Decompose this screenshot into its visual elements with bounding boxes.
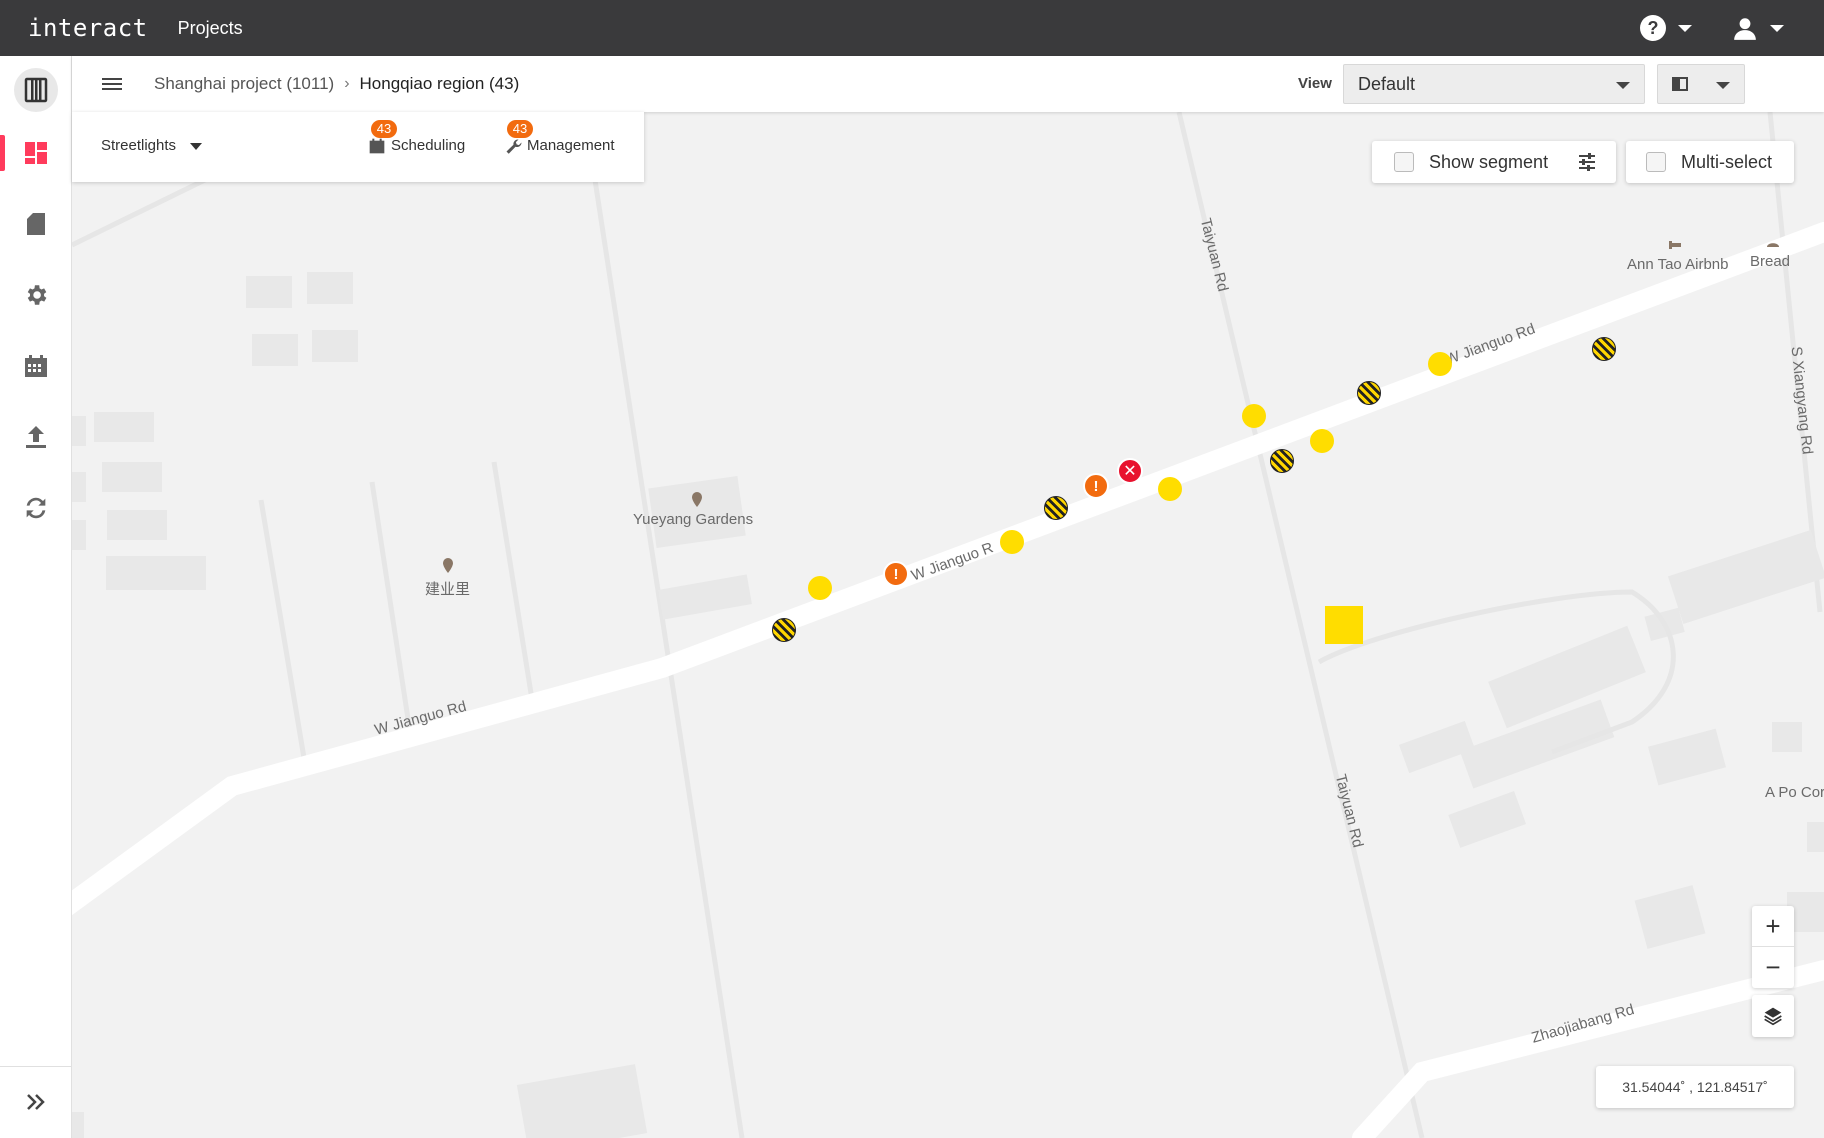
show-segment-checkbox[interactable]	[1394, 152, 1414, 172]
upload-icon	[26, 426, 46, 448]
help-menu-button[interactable]: ?	[1640, 15, 1692, 41]
rail-item-documents[interactable]	[0, 200, 72, 248]
building-icon	[24, 77, 48, 103]
multi-select-label: Multi-select	[1681, 151, 1773, 172]
wrench-icon	[506, 138, 522, 154]
view-label: View	[1298, 75, 1332, 92]
streetlight-marker-error[interactable]: ✕	[1117, 458, 1143, 484]
calendar-icon	[25, 355, 47, 377]
layers-button[interactable]	[1752, 995, 1794, 1037]
streetlight-marker-warning[interactable]: !	[883, 561, 909, 587]
rail-item-dashboard[interactable]	[0, 129, 72, 177]
breadcrumb-project[interactable]: Shanghai project (1011)	[154, 74, 334, 94]
sub-header: Shanghai project (1011) › Hongqiao regio…	[72, 56, 1824, 112]
show-segment-label: Show segment	[1429, 151, 1549, 172]
streetlight-marker-ok[interactable]	[1158, 477, 1182, 501]
show-segment-control[interactable]: Show segment	[1372, 141, 1616, 183]
view-selected-value: Default	[1358, 73, 1416, 94]
management-count-badge: 43	[507, 119, 533, 138]
streetlight-marker-ok[interactable]	[1428, 352, 1452, 376]
streetlight-marker-ok[interactable]	[1000, 530, 1024, 554]
chevron-down-icon	[1616, 82, 1630, 89]
rail-divider	[0, 1066, 72, 1067]
streetlight-marker-warning[interactable]: !	[1083, 473, 1109, 499]
filter-card: Streetlights 43 Scheduling 43 Management	[72, 112, 644, 182]
chevron-down-icon	[1770, 24, 1784, 32]
streetlight-marker-ok[interactable]	[1310, 429, 1334, 453]
streetlight-marker-ok[interactable]	[808, 576, 832, 600]
user-icon	[1734, 18, 1756, 40]
gear-icon	[27, 285, 47, 305]
layers-icon	[1764, 1007, 1782, 1026]
poi-label-bread: Bread	[1750, 253, 1791, 270]
management-label: Management	[527, 137, 615, 154]
streetlight-marker-partial[interactable]	[772, 618, 796, 642]
zoom-control: + −	[1752, 906, 1794, 988]
streetlight-marker-ok[interactable]	[1242, 404, 1266, 428]
coordinates-readout: 31.54044˚ , 121.84517˚	[1596, 1066, 1794, 1108]
user-menu-button[interactable]	[1732, 15, 1784, 41]
scheduling-count-badge: 43	[371, 119, 397, 138]
streetlight-marker-partial[interactable]	[1270, 449, 1294, 473]
top-bar: interact Projects ?	[0, 0, 1824, 56]
poi-label-yueyang-gardens: Yueyang Gardens	[633, 511, 754, 528]
zoom-in-button[interactable]: +	[1752, 906, 1794, 947]
multi-select-control[interactable]: Multi-select	[1626, 141, 1794, 183]
app-logo[interactable]: interact	[28, 14, 148, 42]
poi-label-ann-tao-airbnb: Ann Tao Airbnb	[1627, 256, 1729, 273]
map-base-layer	[72, 112, 1824, 1138]
dashboard-icon	[25, 142, 47, 164]
sync-icon	[26, 497, 46, 519]
double-chevron-right-icon	[27, 1094, 45, 1110]
chevron-down-icon	[1678, 24, 1692, 32]
scheduling-label: Scheduling	[391, 137, 466, 154]
streetlight-marker-partial[interactable]	[1044, 496, 1068, 520]
file-icon	[27, 213, 45, 235]
help-icon: ?	[1640, 15, 1666, 41]
chevron-down-icon	[1716, 82, 1730, 89]
map-canvas[interactable]: W Jianguo Rd W Jianguo R W Jianguo Rd Ta…	[72, 112, 1824, 1138]
breadcrumb-separator: ›	[344, 75, 350, 92]
expand-rail-button[interactable]	[0, 1078, 72, 1126]
hamburger-menu-button[interactable]	[102, 75, 122, 93]
nav-projects-link[interactable]: Projects	[178, 18, 243, 39]
rail-item-calendar[interactable]	[0, 342, 72, 390]
cabinet-marker[interactable]	[1325, 606, 1363, 644]
scheduling-button[interactable]: 43 Scheduling	[369, 119, 466, 154]
sliders-icon[interactable]	[1578, 153, 1596, 171]
rail-item-sync[interactable]	[0, 484, 72, 532]
panel-layout-icon	[1672, 77, 1688, 91]
left-rail	[0, 56, 72, 1138]
workspace-logo[interactable]	[14, 68, 58, 112]
rail-item-settings[interactable]	[0, 271, 72, 319]
view-select[interactable]: Default	[1343, 64, 1645, 104]
bed-icon	[1669, 241, 1681, 249]
asset-type-value: Streetlights	[101, 137, 177, 154]
map-pin-icon	[443, 558, 453, 573]
management-button[interactable]: 43 Management	[505, 119, 615, 154]
layout-select[interactable]	[1657, 64, 1745, 104]
zoom-out-button[interactable]: −	[1752, 947, 1794, 988]
map-pin-icon	[692, 492, 702, 507]
streetlight-marker-partial[interactable]	[1592, 337, 1616, 361]
rail-item-upload[interactable]	[0, 413, 72, 461]
chevron-down-icon	[190, 142, 203, 150]
asset-type-dropdown[interactable]: Streetlights	[101, 137, 203, 154]
bread-icon	[1767, 243, 1779, 247]
streetlight-marker-partial[interactable]	[1357, 381, 1381, 405]
breadcrumb-region: Hongqiao region (43)	[359, 74, 520, 93]
poi-label-a-po-cor: A Po Cor	[1765, 784, 1824, 801]
calendar-icon	[369, 138, 385, 153]
multi-select-checkbox[interactable]	[1646, 152, 1666, 172]
poi-label-jianyeli: 建业里	[425, 581, 471, 598]
